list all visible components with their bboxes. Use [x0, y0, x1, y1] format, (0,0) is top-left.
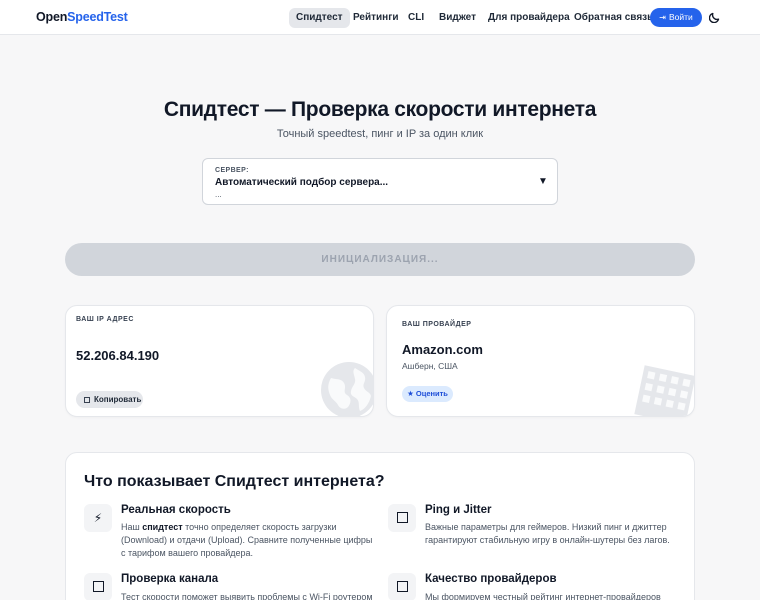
info-title: Что показывает Спидтест интернета? [84, 473, 385, 490]
feature-text-prefix: Наш [121, 522, 143, 532]
ip-address: 52.206.84.190 [76, 348, 160, 363]
logo-part-speedtest: SpeedTest [67, 10, 128, 24]
ip-card: ВАШ IP АДРЕС 52.206.84.190 Копировать [65, 305, 374, 417]
isp-location: Ашберн, США [402, 361, 458, 371]
globe-icon [321, 362, 373, 416]
chevron-down-icon: ▼ [538, 176, 548, 187]
building-icon [634, 365, 694, 416]
copy-label: Копировать [94, 395, 142, 404]
isp-name: Amazon.com [402, 342, 483, 357]
server-subtext: ... [215, 190, 222, 199]
nav-feedback[interactable]: Обратная связь [574, 8, 653, 28]
start-test-button[interactable]: ИНИЦИАЛИЗАЦИЯ... [65, 243, 695, 276]
page-title: Спидтест — Проверка скорости интернета [163, 98, 597, 121]
feature-text-provider-quality: Мы формируем честный рейтинг интернет-пр… [425, 592, 661, 600]
ip-card-title: ВАШ IP АДРЕС [76, 316, 134, 323]
feature-title-ping-jitter: Ping и Jitter [425, 504, 492, 516]
info-section: Что показывает Спидтест интернета? ⚡ Реа… [65, 452, 695, 600]
feature-text-ping-jitter: Важные параметры для геймеров. Низкий пи… [425, 522, 670, 545]
top-navigation-bar: OpenSpeedTest Спидтест Рейтинги CLI Видж… [0, 0, 760, 35]
nav-ratings[interactable]: Рейтинги [353, 8, 399, 28]
feature-title-real-speed: Реальная скорость [121, 504, 231, 516]
login-button[interactable]: ⇥ Войти [650, 8, 702, 27]
nav-widget[interactable]: Виджет [439, 8, 476, 28]
square-icon [84, 573, 112, 600]
nav-for-provider[interactable]: Для провайдера [488, 8, 570, 28]
moon-icon[interactable] [709, 11, 721, 23]
feature-title-provider-quality: Качество провайдеров [425, 573, 557, 585]
square-icon [388, 504, 416, 532]
server-select[interactable]: СЕРВЕР: Автоматический подбор сервера...… [202, 158, 558, 205]
login-label: Войти [668, 12, 693, 22]
logo[interactable]: OpenSpeedTest [36, 10, 128, 24]
feature-text-channel-check: Тест скорости поможет выявить проблемы с… [121, 592, 373, 600]
rate-provider-button[interactable]: ★ Оценить [402, 386, 453, 402]
nav-cli[interactable]: CLI [408, 8, 424, 28]
isp-card: ВАШ ПРОВАЙДЕР Amazon.com Ашберн, США ★ О… [386, 305, 695, 417]
copy-ip-button[interactable]: Копировать [76, 391, 143, 408]
login-arrow-icon: ⇥ [659, 13, 666, 22]
server-label: СЕРВЕР: [215, 167, 249, 174]
page-subtitle: Точный speedtest, пинг и IP за один клик [276, 128, 484, 140]
feature-title-channel-check: Проверка канала [121, 573, 219, 585]
copy-icon [84, 397, 90, 403]
logo-part-open: Open [36, 10, 68, 24]
lightning-icon: ⚡ [84, 504, 112, 532]
square-icon [388, 573, 416, 600]
feature-text-real-speed: Наш спидтест точно определяет скорость з… [121, 521, 376, 560]
nav-speedtest[interactable]: Спидтест [289, 8, 350, 28]
feature-text-bold: спидтест [142, 522, 183, 532]
isp-card-title: ВАШ ПРОВАЙДЕР [402, 321, 472, 328]
server-value: Автоматический подбор сервера... [215, 177, 389, 188]
